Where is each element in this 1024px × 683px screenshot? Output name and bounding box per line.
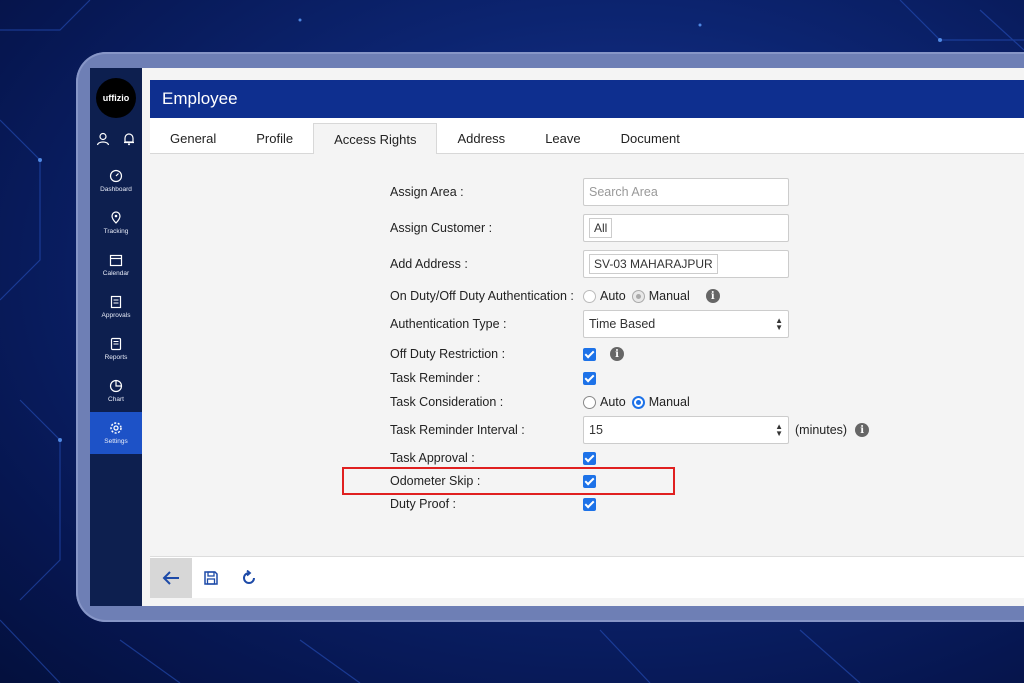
sidebar-item-label: Calendar bbox=[102, 270, 130, 277]
tracking-icon bbox=[111, 211, 121, 224]
on-duty-auth-auto-option[interactable]: Auto bbox=[583, 289, 626, 303]
auth-type-select[interactable]: Time Based ▲ ▼ bbox=[583, 310, 789, 338]
app-screen: uffizio Dashboard Tracking Calendar Appr… bbox=[90, 68, 1024, 606]
duty-proof-label: Duty Proof : bbox=[390, 497, 456, 511]
sidebar-item-label: Dashboard bbox=[100, 186, 132, 193]
select-arrow-icon: ▲ ▼ bbox=[775, 422, 783, 438]
off-duty-restriction-checkbox[interactable] bbox=[583, 347, 596, 361]
select-arrow-icon: ▲ ▼ bbox=[775, 316, 783, 332]
off-duty-restriction-label: Off Duty Restriction : bbox=[390, 347, 506, 361]
tab-general[interactable]: General bbox=[150, 123, 236, 153]
sidebar-item-dashboard[interactable]: Dashboard bbox=[90, 160, 142, 202]
task-reminder-interval-label: Task Reminder Interval : bbox=[390, 423, 525, 437]
sidebar-item-label: Tracking bbox=[103, 228, 129, 235]
sidebar: uffizio Dashboard Tracking Calendar Appr… bbox=[90, 68, 142, 606]
sidebar-item-label: Chart bbox=[108, 396, 124, 403]
task-consideration-auto-option[interactable]: Auto bbox=[583, 395, 626, 409]
page-title: Employee bbox=[150, 80, 1024, 118]
address-chip[interactable]: SV-03 MAHARAJPUR bbox=[589, 254, 718, 274]
task-consideration-row: Task Consideration : Auto Manual bbox=[390, 388, 696, 416]
task-consideration-manual-option[interactable]: Manual bbox=[631, 395, 690, 409]
duty-proof-checkbox[interactable] bbox=[583, 497, 596, 511]
radio-auto[interactable] bbox=[583, 289, 596, 303]
on-duty-auth-row: On Duty/Off Duty Authentication : Auto M… bbox=[390, 282, 720, 310]
refresh-icon bbox=[243, 569, 255, 584]
tab-address[interactable]: Address bbox=[437, 123, 525, 153]
back-button[interactable] bbox=[150, 557, 192, 598]
refresh-button[interactable] bbox=[230, 558, 268, 598]
sidebar-item-calendar[interactable]: Calendar bbox=[90, 244, 142, 286]
calendar-icon bbox=[109, 254, 123, 267]
main-content: Employee General Profile Access Rights A… bbox=[142, 68, 1024, 606]
radio-manual[interactable] bbox=[631, 289, 645, 303]
add-address-row: Add Address : SV-03 MAHARAJPUR bbox=[390, 250, 789, 278]
add-address-label: Add Address : bbox=[390, 257, 468, 271]
task-reminder-checkbox[interactable] bbox=[583, 371, 596, 385]
assign-area-row: Assign Area : Search Area bbox=[390, 178, 789, 206]
task-consideration-label: Task Consideration : bbox=[390, 395, 504, 409]
tab-bar: General Profile Access Rights Address Le… bbox=[150, 118, 1024, 154]
reports-icon bbox=[110, 337, 122, 351]
action-bar bbox=[150, 556, 1024, 598]
task-approval-checkbox[interactable] bbox=[583, 451, 596, 465]
radio-manual[interactable] bbox=[631, 395, 645, 409]
auth-type-row: Authentication Type : Time Based ▲ ▼ bbox=[390, 310, 789, 338]
settings-icon bbox=[110, 422, 122, 434]
chart-icon bbox=[109, 379, 123, 393]
info-icon[interactable]: i bbox=[705, 289, 720, 303]
info-icon[interactable]: i bbox=[610, 347, 624, 361]
sidebar-item-approvals[interactable]: Approvals bbox=[90, 286, 142, 328]
app-logo[interactable]: uffizio bbox=[96, 78, 136, 118]
assign-customer-row: Assign Customer : All bbox=[390, 214, 789, 242]
task-reminder-interval-select[interactable]: 15 ▲ ▼ bbox=[583, 416, 789, 444]
arrow-left-icon bbox=[162, 570, 179, 585]
task-approval-label: Task Approval : bbox=[390, 451, 475, 465]
on-duty-auth-label: On Duty/Off Duty Authentication : bbox=[390, 289, 574, 303]
bell-icon[interactable] bbox=[122, 132, 136, 146]
tab-document[interactable]: Document bbox=[601, 123, 700, 153]
sidebar-item-label: Settings bbox=[104, 438, 128, 445]
customer-chip[interactable]: All bbox=[589, 218, 613, 238]
sidebar-item-label: Approvals bbox=[101, 312, 131, 319]
task-reminder-label: Task Reminder : bbox=[390, 371, 481, 385]
tab-leave[interactable]: Leave bbox=[525, 123, 600, 153]
sidebar-item-chart[interactable]: Chart bbox=[90, 370, 142, 412]
assign-customer-label: Assign Customer : bbox=[390, 221, 493, 235]
sidebar-item-reports[interactable]: Reports bbox=[90, 328, 142, 370]
radio-auto[interactable] bbox=[583, 395, 596, 409]
on-duty-auth-manual-option[interactable]: Manual bbox=[631, 289, 690, 303]
auth-type-label: Authentication Type : bbox=[390, 317, 507, 331]
user-icon[interactable] bbox=[96, 132, 110, 146]
save-icon bbox=[204, 570, 218, 585]
sidebar-item-settings[interactable]: Settings bbox=[90, 412, 142, 454]
add-address-input[interactable]: SV-03 MAHARAJPUR bbox=[583, 250, 789, 278]
sidebar-item-label: Reports bbox=[104, 354, 128, 361]
assign-area-label: Assign Area : bbox=[390, 185, 464, 199]
interval-unit: (minutes) bbox=[795, 423, 848, 437]
sidebar-item-tracking[interactable]: Tracking bbox=[90, 202, 142, 244]
tab-profile[interactable]: Profile bbox=[236, 123, 313, 153]
approvals-icon bbox=[110, 295, 122, 309]
assign-customer-input[interactable]: All bbox=[583, 214, 789, 242]
assign-area-input[interactable]: Search Area bbox=[583, 178, 789, 206]
task-reminder-interval-row: Task Reminder Interval : 15 ▲ ▼ (minutes)… bbox=[390, 416, 870, 444]
dashboard-icon bbox=[109, 169, 123, 183]
odometer-skip-highlight bbox=[342, 467, 675, 495]
tab-access-rights[interactable]: Access Rights bbox=[313, 123, 438, 154]
save-button[interactable] bbox=[192, 558, 230, 598]
info-icon[interactable]: i bbox=[855, 423, 870, 437]
